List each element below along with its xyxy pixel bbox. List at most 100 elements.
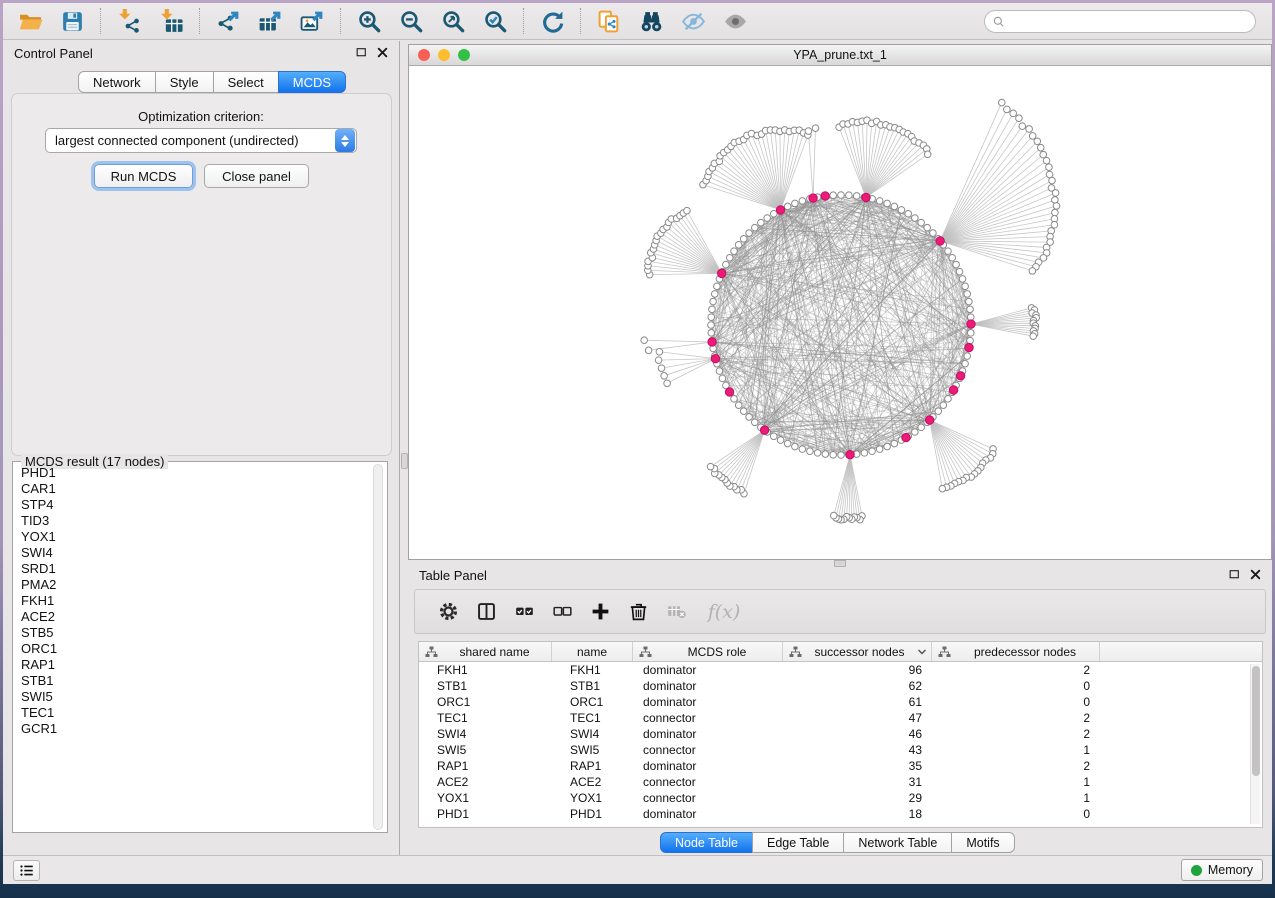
run-mcds-button[interactable]: Run MCDS: [94, 164, 193, 188]
zoom-in-button[interactable]: [348, 6, 390, 36]
graph-node[interactable]: [723, 261, 730, 268]
table-cell[interactable]: FKH1: [552, 662, 633, 678]
mcds-result-item[interactable]: STB1: [15, 673, 371, 689]
table-cell[interactable]: 0: [932, 806, 1100, 822]
mcds-result-item[interactable]: YOX1: [15, 529, 371, 545]
graph-node[interactable]: [758, 219, 765, 226]
graph-node[interactable]: [940, 402, 947, 409]
graph-node[interactable]: [1029, 133, 1036, 140]
table-cell[interactable]: RAP1: [419, 758, 552, 774]
graph-node[interactable]: [731, 248, 738, 255]
table-cell[interactable]: dominator: [633, 662, 783, 678]
tab-network[interactable]: Network: [78, 71, 156, 93]
table-cell[interactable]: 0: [932, 694, 1100, 710]
import-table-button[interactable]: [150, 6, 192, 36]
table-cell[interactable]: connector: [633, 790, 783, 806]
memory-button[interactable]: Memory: [1181, 859, 1263, 881]
table-cell[interactable]: dominator: [633, 758, 783, 774]
graph-node[interactable]: [784, 203, 791, 210]
graph-node[interactable]: [1034, 138, 1041, 145]
table-cell[interactable]: STB1: [552, 678, 633, 694]
graph-node[interactable]: [770, 210, 777, 217]
graph-node[interactable]: [740, 235, 747, 242]
graph-node[interactable]: [953, 261, 960, 268]
vertical-splitter-handle[interactable]: [401, 453, 408, 469]
graph-node[interactable]: [1030, 333, 1037, 340]
save-button[interactable]: [51, 6, 93, 36]
tab-motifs[interactable]: Motifs: [951, 832, 1014, 853]
table-cell[interactable]: 46: [783, 726, 932, 742]
mcds-graph-node[interactable]: [862, 193, 870, 201]
mcds-graph-node[interactable]: [725, 388, 733, 396]
graph-node[interactable]: [924, 151, 931, 158]
mcds-graph-node[interactable]: [760, 426, 768, 434]
table-cell[interactable]: 43: [783, 742, 932, 758]
graph-node[interactable]: [949, 254, 956, 261]
graph-node[interactable]: [726, 254, 733, 261]
mcds-result-list[interactable]: PHD1CAR1STP4TID3YOX1SWI4SRD1PMA2FKH1ACE2…: [15, 465, 371, 830]
table-row[interactable]: STB1STB1dominator620: [419, 678, 1262, 694]
table-row[interactable]: SWI4SWI4dominator462: [419, 726, 1262, 742]
graph-node[interactable]: [799, 198, 806, 205]
export-table-button[interactable]: [249, 6, 291, 36]
table-cell[interactable]: 1: [932, 790, 1100, 806]
criterion-dropdown[interactable]: largest connected component (undirected): [45, 128, 357, 153]
graph-node[interactable]: [1049, 177, 1056, 184]
table-cell[interactable]: 1: [932, 774, 1100, 790]
graph-node[interactable]: [962, 283, 969, 290]
mcds-graph-node[interactable]: [776, 206, 784, 214]
graph-node[interactable]: [770, 433, 777, 440]
graph-node[interactable]: [708, 330, 715, 337]
graph-node[interactable]: [945, 396, 952, 403]
table-cell[interactable]: 2: [932, 758, 1100, 774]
mcds-result-item[interactable]: PMA2: [15, 577, 371, 593]
table-cell[interactable]: SWI5: [419, 742, 552, 758]
split-columns-button[interactable]: [467, 595, 505, 629]
graph-node[interactable]: [707, 463, 714, 470]
table-cell[interactable]: TEC1: [552, 710, 633, 726]
graph-node[interactable]: [814, 450, 821, 457]
graph-node[interactable]: [962, 360, 969, 367]
graph-node[interactable]: [966, 298, 973, 305]
graph-node[interactable]: [740, 408, 747, 415]
table-cell[interactable]: ORC1: [419, 694, 552, 710]
mcds-result-item[interactable]: PHD1: [15, 465, 371, 481]
table-cell[interactable]: 1: [932, 742, 1100, 758]
tab-select[interactable]: Select: [213, 71, 279, 93]
mcds-result-item[interactable]: CAR1: [15, 481, 371, 497]
graph-node[interactable]: [751, 224, 758, 231]
mcds-graph-node[interactable]: [949, 386, 957, 394]
table-cell[interactable]: 96: [783, 662, 932, 678]
graph-node[interactable]: [876, 446, 883, 453]
table-cell[interactable]: connector: [633, 710, 783, 726]
zoom-fit-button[interactable]: [432, 6, 474, 36]
column-header-successor-nodes[interactable]: successor nodes: [783, 642, 932, 661]
graph-node[interactable]: [956, 268, 963, 275]
tab-network-table[interactable]: Network Table: [843, 832, 952, 853]
table-cell[interactable]: 47: [783, 710, 932, 726]
table-cell[interactable]: 18: [783, 806, 932, 822]
table-cell[interactable]: dominator: [633, 678, 783, 694]
table-cell[interactable]: 2: [932, 710, 1100, 726]
float-panel-icon[interactable]: [355, 46, 368, 59]
graph-node[interactable]: [764, 215, 771, 222]
graph-node[interactable]: [912, 215, 919, 222]
table-cell[interactable]: ACE2: [552, 774, 633, 790]
graph-node[interactable]: [792, 443, 799, 450]
graph-node[interactable]: [777, 437, 784, 444]
horizontal-splitter-handle[interactable]: [834, 560, 846, 567]
table-cell[interactable]: ORC1: [552, 694, 633, 710]
mcds-graph-node[interactable]: [925, 416, 933, 424]
graph-node[interactable]: [641, 337, 648, 344]
graph-node[interactable]: [905, 210, 912, 217]
export-network-button[interactable]: [207, 6, 249, 36]
tab-mcds[interactable]: MCDS: [278, 71, 346, 93]
import-network-button[interactable]: [108, 6, 150, 36]
table-cell[interactable]: SWI4: [552, 726, 633, 742]
mcds-result-item[interactable]: SWI4: [15, 545, 371, 561]
graph-node[interactable]: [709, 306, 716, 313]
table-cell[interactable]: 31: [783, 774, 932, 790]
graph-node[interactable]: [898, 207, 905, 214]
mcds-graph-node[interactable]: [809, 194, 817, 202]
graph-node[interactable]: [924, 224, 931, 231]
